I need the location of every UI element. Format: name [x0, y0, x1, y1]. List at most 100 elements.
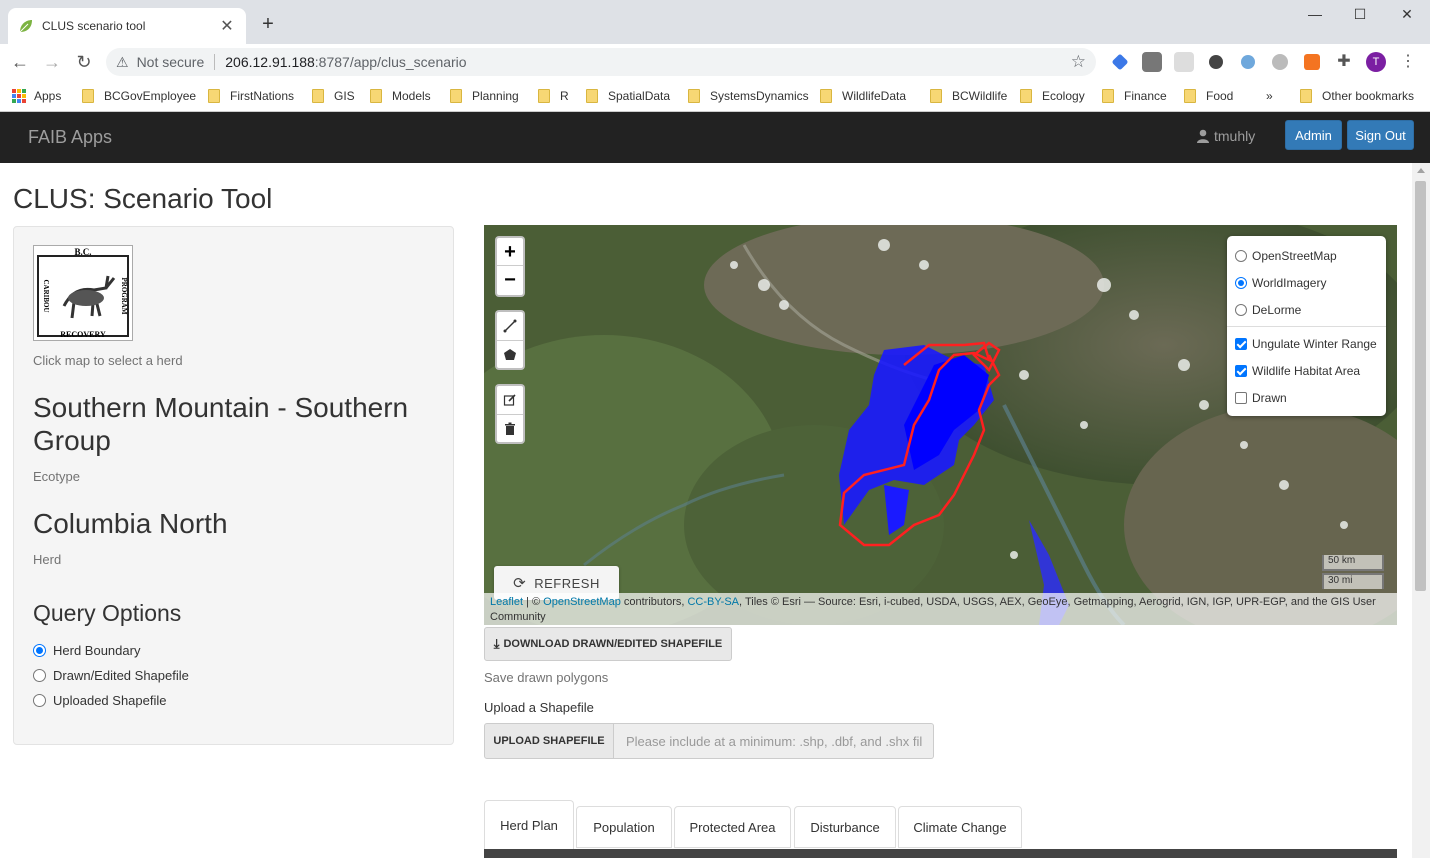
scrollbar-thumb[interactable]	[1415, 181, 1426, 591]
close-tab-icon[interactable]: ✕	[218, 16, 236, 36]
tab-protected-area[interactable]: Protected Area	[674, 806, 791, 848]
address-bar[interactable]: ⚠ Not secure 206.12.91.188:8787/app/clus…	[106, 48, 1096, 76]
bookmark-spatialdata[interactable]: SpatialData	[586, 86, 670, 106]
extension-icon-3[interactable]	[1174, 52, 1194, 72]
osm-link[interactable]: OpenStreetMap	[543, 596, 621, 608]
download-shapefile-button[interactable]: ⤓ DOWNLOAD DRAWN/EDITED SHAPEFILE	[484, 627, 732, 661]
folder-icon	[1102, 89, 1114, 103]
bookmark-food[interactable]: Food	[1184, 86, 1233, 106]
bookmark-apps[interactable]: Apps	[12, 86, 61, 106]
extension-icon-5[interactable]	[1241, 55, 1255, 69]
leaflet-map[interactable]: + − OpenStreetMap WorldImagery DeLorme U…	[484, 225, 1397, 625]
checkbox-drawn[interactable]	[1235, 391, 1247, 404]
attribution-separator: | ©	[523, 596, 544, 608]
bookmark-models[interactable]: Models	[370, 86, 431, 106]
folder-icon	[930, 89, 942, 103]
menu-kebab-icon[interactable]: ⋮	[1398, 52, 1418, 72]
scroll-up-arrow-icon[interactable]	[1417, 168, 1425, 173]
upload-shapefile-button[interactable]: UPLOAD SHAPEFILE	[484, 723, 614, 759]
forward-icon[interactable]: →	[42, 52, 62, 72]
base-layer-delorme[interactable]: DeLorme	[1235, 296, 1378, 323]
reload-icon[interactable]: ↻	[74, 52, 94, 72]
bookmark-r[interactable]: R	[538, 86, 569, 106]
bookmark-planning[interactable]: Planning	[450, 86, 519, 106]
base-layer-osm[interactable]: OpenStreetMap	[1235, 242, 1378, 269]
user-icon	[1197, 129, 1209, 143]
query-option-herd-boundary[interactable]: Herd Boundary	[33, 643, 140, 658]
bookmark-finance[interactable]: Finance	[1102, 86, 1167, 106]
overlay-drawn[interactable]: Drawn	[1235, 384, 1378, 411]
radio-delorme[interactable]	[1235, 303, 1247, 316]
base-layer-worldimagery[interactable]: WorldImagery	[1235, 269, 1378, 296]
extension-icon-7[interactable]	[1304, 54, 1320, 70]
layer-label: Drawn	[1252, 390, 1287, 405]
draw-polygon-button[interactable]	[497, 340, 523, 368]
bookmark-other-bookmarks[interactable]: Other bookmarks	[1300, 86, 1414, 106]
extension-icon-6[interactable]	[1272, 54, 1288, 70]
puzzle-icon[interactable]: ✚	[1334, 52, 1354, 72]
bookmark-[interactable]: »	[1266, 86, 1273, 106]
radio-osm[interactable]	[1235, 249, 1247, 262]
profile-avatar[interactable]: T	[1366, 52, 1386, 72]
edit-layers-button[interactable]	[497, 386, 523, 414]
bookmark-star-icon[interactable]: ☆	[1071, 52, 1086, 72]
leaflet-link[interactable]: Leaflet	[490, 596, 523, 608]
tab-disturbance[interactable]: Disturbance	[794, 806, 896, 848]
overlay-wildlife-habitat-area[interactable]: Wildlife Habitat Area	[1235, 357, 1378, 384]
tab-population[interactable]: Population	[576, 806, 672, 848]
zoom-in-button[interactable]: +	[497, 238, 523, 266]
back-icon[interactable]: ←	[10, 52, 30, 72]
tab-climate-change[interactable]: Climate Change	[898, 806, 1022, 848]
radio-herd-boundary[interactable]	[33, 644, 46, 657]
folder-icon	[1300, 89, 1312, 103]
browser-tab[interactable]: CLUS scenario tool ✕	[8, 8, 246, 44]
bookmark-bcgovemployee[interactable]: BCGovEmployee	[82, 86, 196, 106]
bookmark-gis[interactable]: GIS	[312, 86, 355, 106]
layer-label: Wildlife Habitat Area	[1252, 363, 1361, 378]
extension-icon-2[interactable]	[1142, 52, 1162, 72]
new-tab-button[interactable]: +	[258, 14, 278, 34]
zoom-out-button[interactable]: −	[497, 266, 523, 294]
upload-file-input[interactable]: Please include at a minimum: .shp, .dbf,…	[614, 723, 934, 759]
bookmark-wildlifedata[interactable]: WildlifeData	[820, 86, 906, 106]
bookmark-label: BCWildlife	[952, 89, 1008, 103]
bookmark-label: BCGovEmployee	[104, 89, 197, 103]
user-menu[interactable]: tmuhly	[1196, 128, 1255, 144]
tab-content-header	[484, 849, 1397, 858]
scale-bar: 50 km 30 mi	[1322, 555, 1384, 589]
logo-recovery-text: RECOVERY	[60, 330, 106, 339]
bookmark-firstnations[interactable]: FirstNations	[208, 86, 294, 106]
query-option-drawn-shapefile[interactable]: Drawn/Edited Shapefile	[33, 668, 189, 683]
checkbox-ungulate-winter-range[interactable]	[1235, 337, 1247, 350]
page-scrollbar[interactable]	[1412, 163, 1430, 858]
sign-out-button[interactable]: Sign Out	[1347, 120, 1414, 150]
overlay-ungulate-winter-range[interactable]: Ungulate Winter Range	[1235, 330, 1378, 357]
radio-worldimagery[interactable]	[1235, 276, 1247, 289]
url-text: 206.12.91.188:8787/app/clus_scenario	[225, 54, 466, 70]
draw-polyline-button[interactable]	[497, 312, 523, 340]
tab-herd-plan[interactable]: Herd Plan	[484, 800, 574, 850]
cc-by-sa-link[interactable]: CC-BY-SA	[687, 596, 739, 608]
maximize-icon[interactable]: ☐	[1345, 6, 1375, 26]
folder-icon	[820, 89, 832, 103]
close-window-icon[interactable]: ✕	[1392, 6, 1422, 26]
radio-uploaded-shapefile[interactable]	[33, 694, 46, 707]
bookmark-label: Models	[392, 89, 431, 103]
bookmark-systemsdynamics[interactable]: SystemsDynamics	[688, 86, 809, 106]
bookmark-ecology[interactable]: Ecology	[1020, 86, 1085, 106]
scale-km: 50 km	[1322, 555, 1384, 571]
bookmark-bcwildlife[interactable]: BCWildlife	[930, 86, 1007, 106]
zoom-control: + −	[495, 236, 525, 297]
radio-drawn-shapefile[interactable]	[33, 669, 46, 682]
bookmark-label: R	[560, 89, 569, 103]
query-option-uploaded-shapefile[interactable]: Uploaded Shapefile	[33, 693, 166, 708]
click-map-hint: Click map to select a herd	[33, 353, 183, 368]
minimize-icon[interactable]: —	[1300, 6, 1330, 26]
checkbox-wildlife-habitat-area[interactable]	[1235, 364, 1247, 377]
extension-icon-4[interactable]	[1209, 55, 1223, 69]
delete-layers-button[interactable]	[497, 414, 523, 442]
caribou-recovery-logo: B.C. RECOVERY CARIBOU PROGRAM	[33, 245, 133, 341]
extension-icon-1[interactable]	[1111, 53, 1129, 71]
brand-link[interactable]: FAIB Apps	[28, 127, 112, 148]
admin-button[interactable]: Admin	[1285, 120, 1342, 150]
